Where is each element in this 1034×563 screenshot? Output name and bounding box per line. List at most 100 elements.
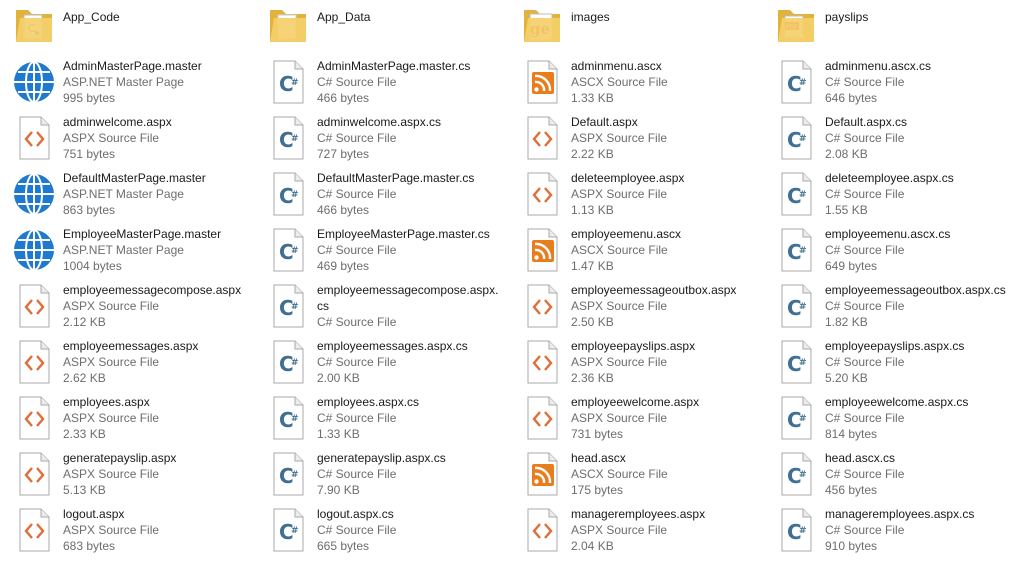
item-name: payslips [825, 10, 869, 24]
file-item[interactable]: C # generatepayslip.aspx.cs C# Source File 7… [254, 448, 504, 500]
file-item[interactable]: C # deleteemployee.aspx.cs C# Source File 1.… [762, 168, 1012, 220]
item-type: ASPX Source File [571, 131, 668, 145]
file-item[interactable]: generatepayslip.aspx ASPX Source File 5.13… [0, 448, 250, 500]
item-text-block: generatepayslip.aspx ASPX Source File 5.13… [63, 450, 249, 498]
file-item[interactable]: employeepayslips.aspx ASPX Source File 2.3… [508, 336, 758, 388]
file-item[interactable]: C # head.ascx.cs C# Source File 456 bytes [762, 448, 1012, 500]
svg-text:#: # [291, 358, 299, 368]
file-item[interactable]: C # Default.aspx.cs C# Source File 2.08 KB [762, 112, 1012, 164]
file-item[interactable]: C # employeemenu.ascx.cs C# Source File 649 … [762, 224, 1012, 276]
file-item[interactable]: C # employeemessagecompose.aspx.cs C# Sourc… [254, 280, 504, 332]
file-item[interactable]: C # employees.aspx.cs C# Source File 1.33 KB [254, 392, 504, 444]
file-item[interactable]: adminwelcome.aspx ASPX Source File 751 byt… [0, 112, 250, 164]
item-type: C# Source File [825, 131, 905, 145]
item-text-block: employeemenu.ascx.cs C# Source File 649 by… [825, 226, 1011, 274]
csharp-file-icon: C # [264, 114, 312, 162]
item-name: deleteemployee.aspx.cs [825, 171, 954, 185]
item-name: AdminMasterPage.master.cs [317, 59, 471, 73]
rss-file-icon [518, 58, 566, 106]
file-item[interactable]: C # adminwelcome.aspx.cs C# Source File 727 … [254, 112, 504, 164]
item-type: ASPX Source File [63, 355, 160, 369]
svg-text:#: # [799, 246, 807, 256]
file-item[interactable]: C # manageremployees.aspx.cs C# Source File… [762, 504, 1012, 556]
folder-item[interactable]: PDF payslips [762, 0, 1012, 52]
item-text-block: EmployeeMasterPage.master.cs C# Source Fi… [317, 226, 503, 274]
item-name: employees.aspx [63, 395, 150, 409]
file-item[interactable]: manageremployees.aspx ASPX Source File 2.0… [508, 504, 758, 556]
file-item[interactable]: EmployeeMasterPage.master ASP.NET Master … [0, 224, 250, 276]
item-name: adminwelcome.aspx [63, 115, 172, 129]
folder-item[interactable]: App_Data [254, 0, 504, 52]
file-item[interactable]: employees.aspx ASPX Source File 2.33 KB [0, 392, 250, 444]
file-item[interactable]: C # adminmenu.ascx.cs C# Source File 646 byt… [762, 56, 1012, 108]
file-item[interactable]: adminmenu.ascx ASCX Source File 1.33 KB [508, 56, 758, 108]
item-type: ASPX Source File [63, 299, 160, 313]
item-name: employeemessages.aspx.cs [317, 339, 468, 353]
item-type: C# Source File [825, 411, 905, 425]
file-item[interactable]: C # AdminMasterPage.master.cs C# Source Fil… [254, 56, 504, 108]
file-item[interactable]: deleteemployee.aspx ASPX Source File 1.13 … [508, 168, 758, 220]
item-text-block: AdminMasterPage.master ASP.NET Master Pag… [63, 58, 249, 106]
file-item[interactable]: head.ascx ASCX Source File 175 bytes [508, 448, 758, 500]
globe-icon [10, 58, 58, 106]
item-type: ASCX Source File [571, 243, 668, 257]
code-file-icon [10, 506, 58, 554]
item-type: ASPX Source File [571, 411, 668, 425]
csharp-file-icon: C # [264, 394, 312, 442]
item-name: employeemessages.aspx [63, 339, 199, 353]
csharp-file-icon: C # [264, 282, 312, 330]
item-type: C# Source File [317, 411, 397, 425]
item-size: 1.47 KB [571, 259, 614, 273]
code-file-icon [10, 450, 58, 498]
item-type: ASPX Source File [571, 355, 668, 369]
item-type: ASCX Source File [571, 75, 668, 89]
item-type: ASPX Source File [63, 131, 160, 145]
file-item[interactable]: C # logout.aspx.cs C# Source File 665 bytes [254, 504, 504, 556]
file-item[interactable]: employeemessages.aspx ASPX Source File 2.6… [0, 336, 250, 388]
item-name: EmployeeMasterPage.master.cs [317, 227, 490, 241]
file-item[interactable]: AdminMasterPage.master ASP.NET Master Pag… [0, 56, 250, 108]
item-text-block: App_Code [63, 9, 249, 25]
file-item[interactable]: C # employeemessageoutbox.aspx.cs C# Source… [762, 280, 1012, 332]
code-file-icon [518, 338, 566, 386]
file-item[interactable]: employeemessagecompose.aspx ASPX Source F… [0, 280, 250, 332]
csharp-file-icon: C # [772, 506, 820, 554]
item-text-block: employeemessages.aspx.cs C# Source File 2.… [317, 338, 503, 386]
svg-text:#: # [291, 302, 299, 312]
item-name: employeemessagecompose.aspx.cs [317, 283, 499, 313]
code-file-icon [10, 282, 58, 330]
item-name: logout.aspx.cs [317, 507, 394, 521]
svg-text:#: # [799, 302, 807, 312]
item-name: employeemessageoutbox.aspx [571, 283, 737, 297]
file-item[interactable]: DefaultMasterPage.master ASP.NET Master P… [0, 168, 250, 220]
item-type: ASPX Source File [63, 467, 160, 481]
folder-item[interactable]: ge images [508, 0, 758, 52]
file-item[interactable]: C # DefaultMasterPage.master.cs C# Source F… [254, 168, 504, 220]
item-type: C# Source File [825, 243, 905, 257]
item-text-block: employeemessageoutbox.aspx ASPX Source Fi… [571, 282, 757, 330]
item-size: 175 bytes [571, 483, 624, 497]
file-item[interactable]: employeemenu.ascx ASCX Source File 1.47 KB [508, 224, 758, 276]
item-text-block: DefaultMasterPage.master ASP.NET Master P… [63, 170, 249, 218]
item-name: images [571, 10, 610, 24]
file-item[interactable]: employeemessageoutbox.aspx ASPX Source Fi… [508, 280, 758, 332]
item-text-block: employees.aspx.cs C# Source File 1.33 KB [317, 394, 503, 442]
file-item[interactable]: C # employeepayslips.aspx.cs C# Source File… [762, 336, 1012, 388]
item-name: head.ascx.cs [825, 451, 896, 465]
folder-code-icon: C [10, 2, 58, 50]
file-item[interactable]: Default.aspx ASPX Source File 2.22 KB [508, 112, 758, 164]
item-type: C# Source File [825, 75, 905, 89]
item-type: C# Source File [825, 523, 905, 537]
file-item[interactable]: logout.aspx ASPX Source File 683 bytes [0, 504, 250, 556]
file-item[interactable]: employeewelcome.aspx ASPX Source File 731 … [508, 392, 758, 444]
file-item[interactable]: C # employeemessages.aspx.cs C# Source File… [254, 336, 504, 388]
file-item[interactable]: C # employeewelcome.aspx.cs C# Source File 8… [762, 392, 1012, 444]
item-name: DefaultMasterPage.master [63, 171, 206, 185]
item-name: employeewelcome.aspx.cs [825, 395, 969, 409]
item-type: C# Source File [317, 187, 397, 201]
item-size: 683 bytes [63, 539, 116, 553]
folder-item[interactable]: C App_Code [0, 0, 250, 52]
item-name: App_Data [317, 10, 371, 24]
file-item[interactable]: C # EmployeeMasterPage.master.cs C# Source … [254, 224, 504, 276]
svg-text:#: # [291, 526, 299, 536]
